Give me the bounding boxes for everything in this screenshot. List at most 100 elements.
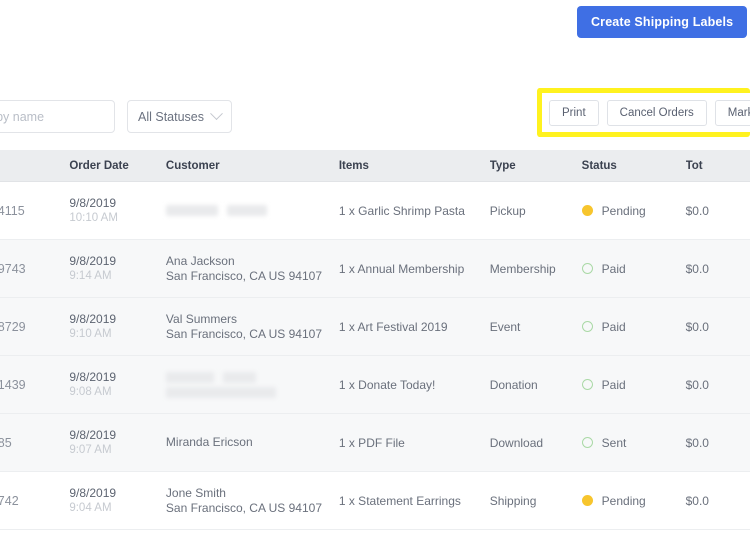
top-action-group: Create Shipping Labels Ex — [577, 6, 750, 38]
customer-name: Miranda Ericson — [165, 435, 253, 449]
cell-order-date: 9/8/2019 9:10 AM — [69, 312, 166, 342]
bulk-action-group: Print Cancel Orders Mark — [549, 100, 750, 126]
cell-total: $0.0 — [685, 435, 709, 450]
order-date: 9/8/2019 — [69, 485, 117, 500]
cell-order-number: 9881742 — [0, 493, 19, 508]
cell-customer: Val Summers San Francisco, CA US 94107 — [166, 312, 339, 342]
cell-items: 1 x PDF File — [338, 435, 405, 450]
order-date: 9/8/2019 — [69, 253, 117, 268]
cell-order-date: 9/8/2019 9:08 AM — [69, 370, 166, 400]
order-time: 10:10 AM — [69, 211, 118, 224]
cell-order-number: 78201439 — [0, 377, 26, 392]
cell-total: $0.0 — [685, 377, 709, 392]
column-header-order-date[interactable]: Order Date — [69, 160, 166, 172]
customer-address: San Francisco, CA US 94107 — [165, 326, 323, 341]
cell-items: 1 x Art Festival 2019 — [338, 319, 448, 334]
cell-customer: Ana Jackson San Francisco, CA US 94107 — [166, 254, 339, 284]
cell-order-date: 9/8/2019 10:10 AM — [69, 196, 166, 226]
cell-order-date: 9/8/2019 9:04 AM — [69, 486, 166, 516]
cell-customer: Miranda Ericson — [166, 435, 339, 450]
create-shipping-labels-button[interactable]: Create Shipping Labels — [577, 6, 748, 38]
cell-total: $0.0 — [685, 319, 709, 334]
customer-address: San Francisco, CA US 94107 — [165, 500, 323, 515]
cancel-orders-button[interactable]: Cancel Orders — [606, 100, 707, 126]
cell-customer — [165, 370, 339, 400]
table-row[interactable]: 78201439 9/8/20199:08 AM 1 x Donate Today!… — [0, 356, 750, 414]
cell-status: Paid — [581, 377, 686, 392]
cell-items: 1 x Donate Today! — [338, 377, 436, 392]
cell-total: $0.0 — [685, 261, 709, 276]
redacted-customer-name — [165, 203, 339, 218]
table-row[interactable]: 88484115 9/8/201910:10 AM 1 x Garlic Shrim… — [0, 182, 750, 240]
cell-status: Pending — [581, 493, 686, 508]
status-dot-icon — [581, 495, 593, 506]
column-header-total[interactable]: Tot — [686, 160, 750, 172]
print-button[interactable]: Print — [549, 100, 599, 126]
orders-table: der # Order Date Customer Items Type Sta… — [0, 150, 750, 530]
table-row[interactable]: 2416859/8/20199:07 AMMiranda Ericson1 x … — [0, 414, 750, 472]
customer-name: Ana Jackson — [165, 253, 235, 268]
table-row[interactable]: 54759743 9/8/20199:14 AMAna JacksonSan Fr… — [0, 240, 750, 298]
status-label: Pending — [601, 203, 646, 218]
cell-total: $0.0 — [685, 493, 709, 508]
cell-order-number: 54759743 — [0, 261, 26, 276]
cell-total: $0.0 — [685, 203, 709, 218]
cell-order-number: 88484115 — [0, 203, 25, 218]
cell-type: Pickup — [489, 203, 526, 218]
cell-items: 1 x Annual Membership — [338, 261, 465, 276]
order-date: 9/8/2019 — [69, 195, 117, 210]
order-date: 9/8/2019 — [69, 369, 117, 384]
column-header-customer[interactable]: Customer — [166, 160, 339, 172]
cell-status: Paid — [581, 319, 686, 334]
order-date: 9/8/2019 — [69, 311, 117, 326]
cell-type: Donation — [489, 377, 538, 392]
status-label: Pending — [601, 493, 646, 508]
mark-as-button[interactable]: Mark — [714, 100, 750, 126]
column-header-status[interactable]: Status — [582, 160, 686, 172]
customer-address: San Francisco, CA US 94107 — [165, 268, 323, 283]
order-time: 9:07 AM — [69, 443, 112, 456]
cell-type: Event — [489, 319, 521, 334]
cell-order-date: 9/8/2019 9:14 AM — [69, 254, 166, 284]
cell-type: Membership — [489, 261, 556, 276]
cell-order-number: 08288729 — [0, 319, 26, 334]
status-filter-select[interactable]: All Statuses — [127, 100, 232, 133]
status-dot-icon — [581, 263, 593, 274]
cell-status: Pending — [581, 203, 686, 218]
table-header-row: der # Order Date Customer Items Type Sta… — [0, 150, 750, 182]
cell-items: 1 x Garlic Shrimp Pasta — [338, 203, 465, 218]
cell-order-number: 241685 — [0, 435, 12, 450]
order-time: 9:04 AM — [69, 501, 112, 514]
status-dot-icon — [581, 321, 593, 332]
order-time: 9:10 AM — [69, 327, 112, 340]
status-dot-icon — [581, 437, 593, 448]
order-time: 9:08 AM — [69, 385, 112, 398]
column-header-items[interactable]: Items — [339, 160, 490, 172]
cell-customer — [165, 203, 339, 218]
top-action-bar: Create Shipping Labels Ex — [0, 0, 750, 78]
column-header-order-number[interactable]: der # — [0, 160, 69, 172]
status-filter-label: All Statuses — [138, 109, 205, 124]
search-input[interactable] — [0, 100, 115, 133]
cell-order-date: 9/8/2019 9:07 AM — [69, 428, 166, 458]
status-label: Paid — [601, 319, 626, 334]
status-dot-icon — [581, 379, 593, 390]
order-date: 9/8/2019 — [69, 427, 117, 442]
table-body: 884841159/8/201910:10 AM1 x Garlic Shrim… — [0, 182, 750, 530]
column-header-type[interactable]: Type — [490, 160, 582, 172]
table-row[interactable]: 98817429/8/20199:04 AMJone SmithSan Fran… — [0, 472, 750, 530]
orders-page: Create Shipping Labels Ex All Statuses P… — [0, 0, 750, 536]
status-label: Sent — [601, 435, 627, 450]
cell-status: Sent — [581, 435, 686, 450]
cell-items: 1 x Statement Earrings — [338, 493, 461, 508]
cell-type: Shipping — [489, 493, 537, 508]
cell-type: Download — [489, 435, 544, 450]
table-row[interactable]: 082887299/8/20199:10 AMVal SummersSan Fr… — [0, 298, 750, 356]
redacted-customer-name — [165, 370, 339, 385]
redacted-customer-address — [165, 386, 276, 398]
cell-customer: Jone Smith San Francisco, CA US 94107 — [166, 486, 339, 516]
customer-name: Val Summers — [165, 311, 238, 326]
status-label: Paid — [601, 377, 626, 392]
customer-name: Jone Smith — [165, 485, 226, 500]
chevron-down-icon — [210, 107, 223, 121]
